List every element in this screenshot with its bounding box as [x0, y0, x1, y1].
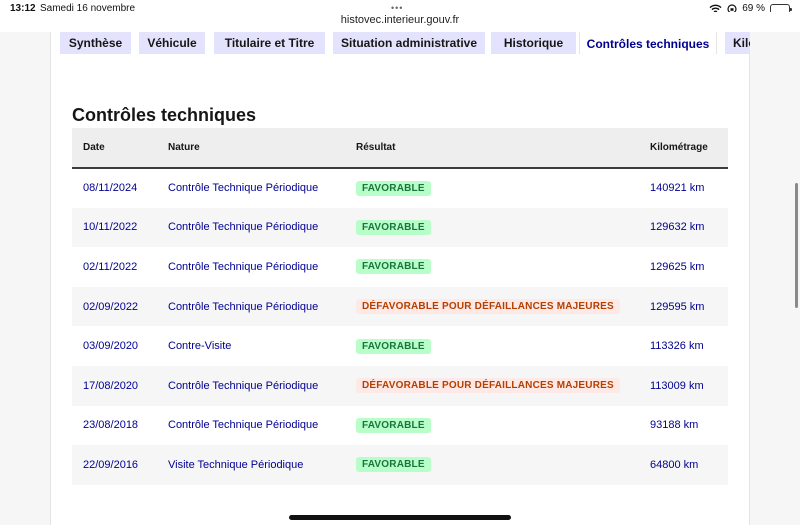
- cell-date: 02/11/2022: [83, 260, 138, 273]
- cell-date: 03/09/2020: [83, 340, 139, 353]
- cell-kilometrage: 129625 km: [650, 260, 705, 273]
- cell-kilometrage: 129632 km: [650, 207, 728, 248]
- tab-historique[interactable]: Historique: [491, 32, 576, 54]
- table-row: 02/09/2022 Contrôle Technique Périodique…: [72, 286, 728, 327]
- tab-situation-administrative[interactable]: Situation administrative: [333, 32, 485, 54]
- section-title: Contrôles techniques: [72, 105, 257, 125]
- header-kilometrage: Kilométrage: [650, 128, 728, 169]
- tab-label: Historique: [503, 36, 564, 50]
- cell-nature: Contrôle Technique Périodique: [168, 207, 356, 248]
- tab-synthese[interactable]: Synthèse: [60, 32, 131, 54]
- home-indicator[interactable]: [289, 515, 511, 520]
- table-row: 02/11/2022 Contrôle Technique Périodique…: [72, 247, 728, 287]
- cell-date: 22/09/2016: [72, 445, 168, 485]
- tab-label: Situation administrative: [340, 36, 478, 50]
- page-scrollbar[interactable]: [795, 183, 798, 308]
- cell-date: 02/09/2022: [72, 286, 168, 327]
- cell-date: 23/08/2018: [83, 419, 139, 432]
- tab-label: Synthèse: [68, 36, 123, 50]
- url-text[interactable]: histovec.interieur.gouv.fr: [341, 14, 459, 26]
- cell-kilometrage: 113009 km: [650, 365, 728, 406]
- status-badge: FAVORABLE: [356, 219, 431, 235]
- table-row: 17/08/2020 Contrôle Technique Périodique…: [72, 365, 728, 406]
- status-badge: FAVORABLE: [356, 457, 431, 473]
- status-badge: FAVORABLE: [356, 180, 431, 196]
- tab-kilometrage[interactable]: Kilo: [725, 32, 750, 54]
- tab-label: Kilo: [733, 36, 750, 50]
- header-nature: Nature: [168, 128, 356, 169]
- tab-titulaire-et-titre[interactable]: Titulaire et Titre: [214, 32, 325, 54]
- tab-vehicule[interactable]: Véhicule: [139, 32, 205, 54]
- cell-kilometrage: 93188 km: [650, 419, 699, 432]
- cell-resultat: FAVORABLE: [356, 207, 650, 248]
- cell-nature: Visite Technique Périodique: [168, 445, 356, 485]
- cell-resultat: FAVORABLE: [356, 247, 650, 287]
- cell-nature: Contrôle Technique Périodique: [168, 286, 356, 327]
- cell-resultat: DÉFAVORABLE POUR DÉFAILLANCES MAJEURES: [356, 286, 650, 327]
- cell-date: 17/08/2020: [72, 365, 168, 406]
- table-row: 22/09/2016 Visite Technique Périodique F…: [72, 445, 728, 485]
- cell-nature: Contrôle Technique Périodique: [168, 365, 356, 406]
- table-body: 08/11/2024 Contrôle Technique Périodique…: [72, 168, 728, 485]
- tab-bar: Synthèse Véhicule Titulaire et Titre Sit…: [50, 32, 750, 54]
- cell-resultat: FAVORABLE: [356, 406, 650, 446]
- cell-nature: Contrôle Technique Périodique: [168, 260, 319, 273]
- cell-resultat: DÉFAVORABLE POUR DÉFAILLANCES MAJEURES: [356, 365, 650, 406]
- tab-controles-techniques[interactable]: Contrôles techniques: [579, 32, 717, 54]
- status-badge: DÉFAVORABLE POUR DÉFAILLANCES MAJEURES: [356, 299, 620, 315]
- cell-date: 08/11/2024: [83, 182, 138, 195]
- header-resultat: Résultat: [356, 128, 650, 169]
- cell-kilometrage: 140921 km: [650, 182, 705, 195]
- table-row: 08/11/2024 Contrôle Technique Périodique…: [72, 168, 728, 208]
- cell-kilometrage: 113326 km: [650, 340, 704, 353]
- status-badge: FAVORABLE: [356, 417, 431, 433]
- cell-date: 10/11/2022: [72, 207, 168, 248]
- cell-resultat: FAVORABLE: [356, 326, 650, 366]
- table-row: 23/08/2018 Contrôle Technique Périodique…: [72, 406, 728, 446]
- tab-label: Contrôles techniques: [586, 37, 710, 51]
- status-badge: FAVORABLE: [356, 259, 431, 275]
- controles-techniques-table: Date Nature Résultat Kilométrage 08/11/2…: [72, 128, 728, 485]
- tab-label: Titulaire et Titre: [224, 36, 315, 50]
- address-bar[interactable]: histovec.interieur.gouv.fr: [0, 12, 800, 32]
- header-date: Date: [72, 128, 168, 169]
- status-badge: FAVORABLE: [356, 338, 431, 354]
- cell-resultat: FAVORABLE: [356, 445, 650, 485]
- tab-label: Véhicule: [147, 36, 197, 50]
- cell-nature: Contrôle Technique Périodique: [168, 182, 319, 195]
- table-row: 10/11/2022 Contrôle Technique Périodique…: [72, 207, 728, 248]
- table-header-row: Date Nature Résultat Kilométrage: [72, 128, 728, 169]
- cell-nature: Contrôle Technique Périodique: [168, 419, 319, 432]
- cell-resultat: FAVORABLE: [356, 168, 650, 208]
- table-row: 03/09/2020 Contre-Visite FAVORABLE 11332…: [72, 326, 728, 366]
- cell-nature: Contre-Visite: [168, 340, 232, 353]
- cell-kilometrage: 64800 km: [650, 445, 728, 485]
- cell-kilometrage: 129595 km: [650, 286, 728, 327]
- status-badge: DÉFAVORABLE POUR DÉFAILLANCES MAJEURES: [356, 378, 620, 394]
